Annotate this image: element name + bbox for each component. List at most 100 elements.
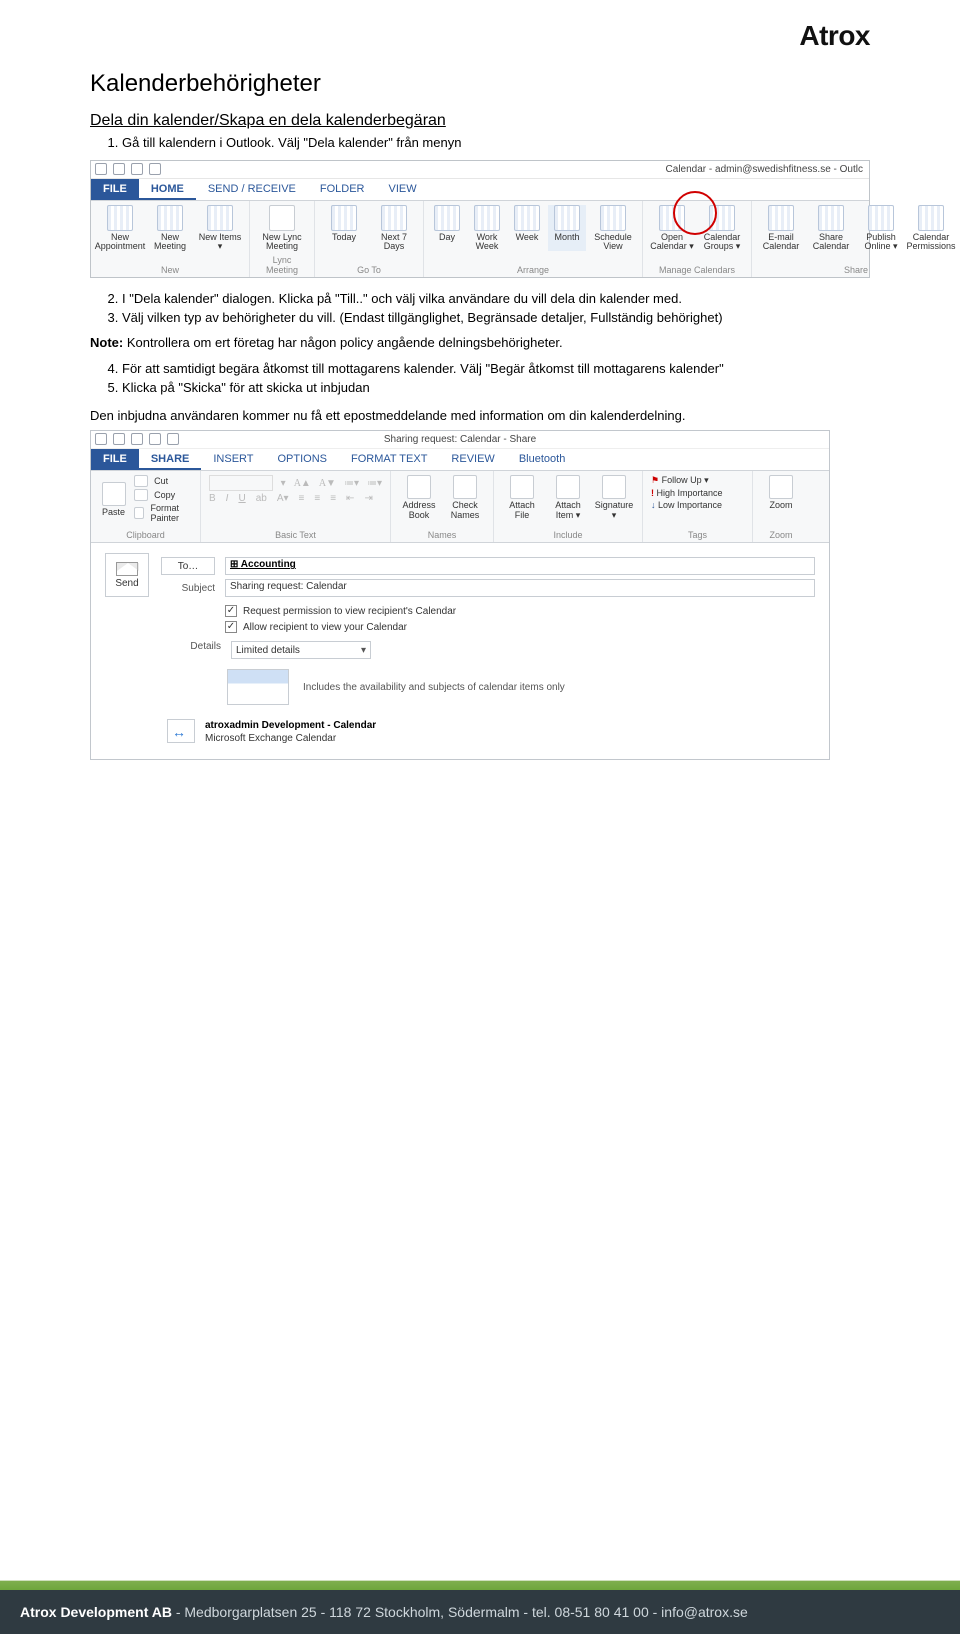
tab-format-text[interactable]: FORMAT TEXT bbox=[339, 449, 439, 470]
quick-access-toolbar[interactable] bbox=[95, 163, 161, 175]
tab-send-receive[interactable]: SEND / RECEIVE bbox=[196, 179, 308, 200]
qat-icon[interactable] bbox=[131, 433, 143, 445]
lync-icon bbox=[269, 205, 295, 231]
details-select[interactable]: Limited details bbox=[231, 641, 371, 659]
btn-check-names[interactable]: Check Names bbox=[445, 475, 485, 520]
step-1: Gå till kalendern i Outlook. Välj "Dela … bbox=[122, 134, 870, 152]
btn-calendar-permissions[interactable]: Calendar Permissions bbox=[908, 205, 954, 252]
btn-publish-online[interactable]: Publish Online ▾ bbox=[858, 205, 904, 252]
to-button[interactable]: To… bbox=[161, 557, 215, 575]
btn-signature[interactable]: Signature ▾ bbox=[594, 475, 634, 520]
btn-day[interactable]: Day bbox=[430, 205, 464, 252]
tab-options[interactable]: OPTIONS bbox=[266, 449, 340, 470]
btn-share-calendar[interactable]: Share Calendar bbox=[808, 205, 854, 252]
group-label: New bbox=[97, 265, 243, 275]
checkbox-allow-recipient[interactable]: ✓ Allow recipient to view your Calendar bbox=[225, 621, 815, 633]
btn-month[interactable]: Month bbox=[548, 205, 586, 252]
brand-logo: Atrox bbox=[799, 20, 870, 52]
step-3: Välj vilken typ av behörigheter du vill.… bbox=[122, 309, 870, 327]
btn-address-book[interactable]: Address Book bbox=[399, 475, 439, 520]
group-label: Manage Calendars bbox=[649, 265, 745, 275]
tab-share[interactable]: SHARE bbox=[139, 449, 202, 470]
tab-home[interactable]: HOME bbox=[139, 179, 196, 200]
qat-icon[interactable] bbox=[131, 163, 143, 175]
quick-access-toolbar[interactable] bbox=[95, 433, 179, 445]
qat-icon[interactable] bbox=[149, 163, 161, 175]
checkbox-icon: ✓ bbox=[225, 605, 237, 617]
qat-icon[interactable] bbox=[95, 433, 107, 445]
calendar-icon bbox=[600, 205, 626, 231]
compose-area: Send To… ⊞ Accounting Subject Sharing re… bbox=[91, 543, 829, 759]
checkbox-request-permission[interactable]: ✓ Request permission to view recipient's… bbox=[225, 605, 815, 617]
share-tabs: FILE SHARE INSERT OPTIONS FORMAT TEXT RE… bbox=[91, 449, 829, 471]
note-text: Kontrollera om ert företag har någon pol… bbox=[127, 335, 563, 350]
calendar-icon bbox=[381, 205, 407, 231]
my-calendar-info: atroxadmin Development - Calendar Micros… bbox=[205, 719, 376, 745]
group-lync: New Lync Meeting Lync Meeting bbox=[250, 201, 315, 277]
steps-list-c: För att samtidigt begära åtkomst till mo… bbox=[122, 360, 870, 397]
btn-email-calendar[interactable]: E-mail Calendar bbox=[758, 205, 804, 252]
subject-field[interactable]: Sharing request: Calendar bbox=[225, 579, 815, 597]
calendar-icon bbox=[709, 205, 735, 231]
checkbox-label: Allow recipient to view your Calendar bbox=[243, 622, 407, 633]
page-title: Kalenderbehörigheter bbox=[90, 70, 870, 98]
btn-cut[interactable]: Cut bbox=[134, 475, 192, 487]
group-share: E-mail Calendar Share Calendar Publish O… bbox=[752, 201, 960, 277]
btn-schedule-view[interactable]: Schedule View bbox=[590, 205, 636, 252]
outlook-calendar-ribbon: Calendar - admin@swedishfitness.se - Out… bbox=[90, 160, 870, 278]
send-button[interactable]: Send bbox=[105, 553, 149, 597]
calendar-icon bbox=[554, 205, 580, 231]
btn-copy[interactable]: Copy bbox=[134, 489, 192, 501]
btn-follow-up[interactable]: Follow Up ▾ bbox=[651, 475, 744, 486]
qat-icon[interactable] bbox=[113, 163, 125, 175]
qat-icon[interactable] bbox=[167, 433, 179, 445]
attach-item-icon bbox=[556, 475, 580, 499]
btn-week[interactable]: Week bbox=[510, 205, 544, 252]
window-title: Calendar - admin@swedishfitness.se - Out… bbox=[666, 164, 863, 175]
to-field[interactable]: ⊞ Accounting bbox=[225, 557, 815, 575]
qat-icon[interactable] bbox=[113, 433, 125, 445]
tab-file[interactable]: FILE bbox=[91, 449, 139, 470]
footer-rest: - Medborgarplatsen 25 - 118 72 Stockholm… bbox=[172, 1604, 748, 1620]
tab-file[interactable]: FILE bbox=[91, 179, 139, 200]
share-calendar-icon bbox=[818, 205, 844, 231]
btn-new-appointment[interactable]: New Appointment bbox=[97, 205, 143, 252]
btn-attach-item[interactable]: Attach Item ▾ bbox=[548, 475, 588, 520]
btn-new-items[interactable]: New Items ▾ bbox=[197, 205, 243, 252]
section-subtitle: Dela din kalender/Skapa en dela kalender… bbox=[90, 112, 870, 130]
tab-review[interactable]: REVIEW bbox=[439, 449, 506, 470]
details-description: Includes the availability and subjects o… bbox=[303, 682, 565, 693]
btn-high-importance[interactable]: High Importance bbox=[651, 488, 744, 498]
btn-paste[interactable]: Paste bbox=[99, 482, 128, 517]
tab-bluetooth[interactable]: Bluetooth bbox=[507, 449, 577, 470]
calendar-icon bbox=[514, 205, 540, 231]
btn-new-lync-meeting[interactable]: New Lync Meeting bbox=[256, 205, 308, 252]
btn-zoom[interactable]: Zoom bbox=[761, 475, 801, 510]
group-manage-calendars: Open Calendar ▾ Calendar Groups ▾ Manage… bbox=[643, 201, 752, 277]
tab-insert[interactable]: INSERT bbox=[201, 449, 265, 470]
btn-low-importance[interactable]: Low Importance bbox=[651, 500, 744, 510]
checkbox-label: Request permission to view recipient's C… bbox=[243, 606, 456, 617]
copy-icon bbox=[134, 489, 148, 501]
btn-calendar-groups[interactable]: Calendar Groups ▾ bbox=[699, 205, 745, 252]
btn-new-meeting[interactable]: New Meeting bbox=[147, 205, 193, 252]
group-label: Lync Meeting bbox=[256, 255, 308, 275]
btn-open-calendar[interactable]: Open Calendar ▾ bbox=[649, 205, 695, 252]
qat-icon[interactable] bbox=[95, 163, 107, 175]
btn-format-painter[interactable]: Format Painter bbox=[134, 503, 192, 523]
step-2: I "Dela kalender" dialogen. Klicka på "T… bbox=[122, 290, 870, 308]
steps-list-a: Gå till kalendern i Outlook. Välj "Dela … bbox=[122, 134, 870, 152]
group-label: Include bbox=[502, 530, 634, 540]
tab-folder[interactable]: FOLDER bbox=[308, 179, 377, 200]
btn-today[interactable]: Today bbox=[321, 205, 367, 252]
page-footer: Atrox Development AB - Medborgarplatsen … bbox=[0, 1580, 960, 1634]
btn-next-7-days[interactable]: Next 7 Days bbox=[371, 205, 417, 252]
btn-attach-file[interactable]: Attach File bbox=[502, 475, 542, 520]
footer-accent-stripe bbox=[0, 1580, 960, 1590]
group-tags: Follow Up ▾ High Importance Low Importan… bbox=[643, 471, 753, 542]
address-book-icon bbox=[407, 475, 431, 499]
tab-view[interactable]: VIEW bbox=[377, 179, 429, 200]
qat-icon[interactable] bbox=[149, 433, 161, 445]
btn-work-week[interactable]: Work Week bbox=[468, 205, 506, 252]
calendar-icon bbox=[157, 205, 183, 231]
